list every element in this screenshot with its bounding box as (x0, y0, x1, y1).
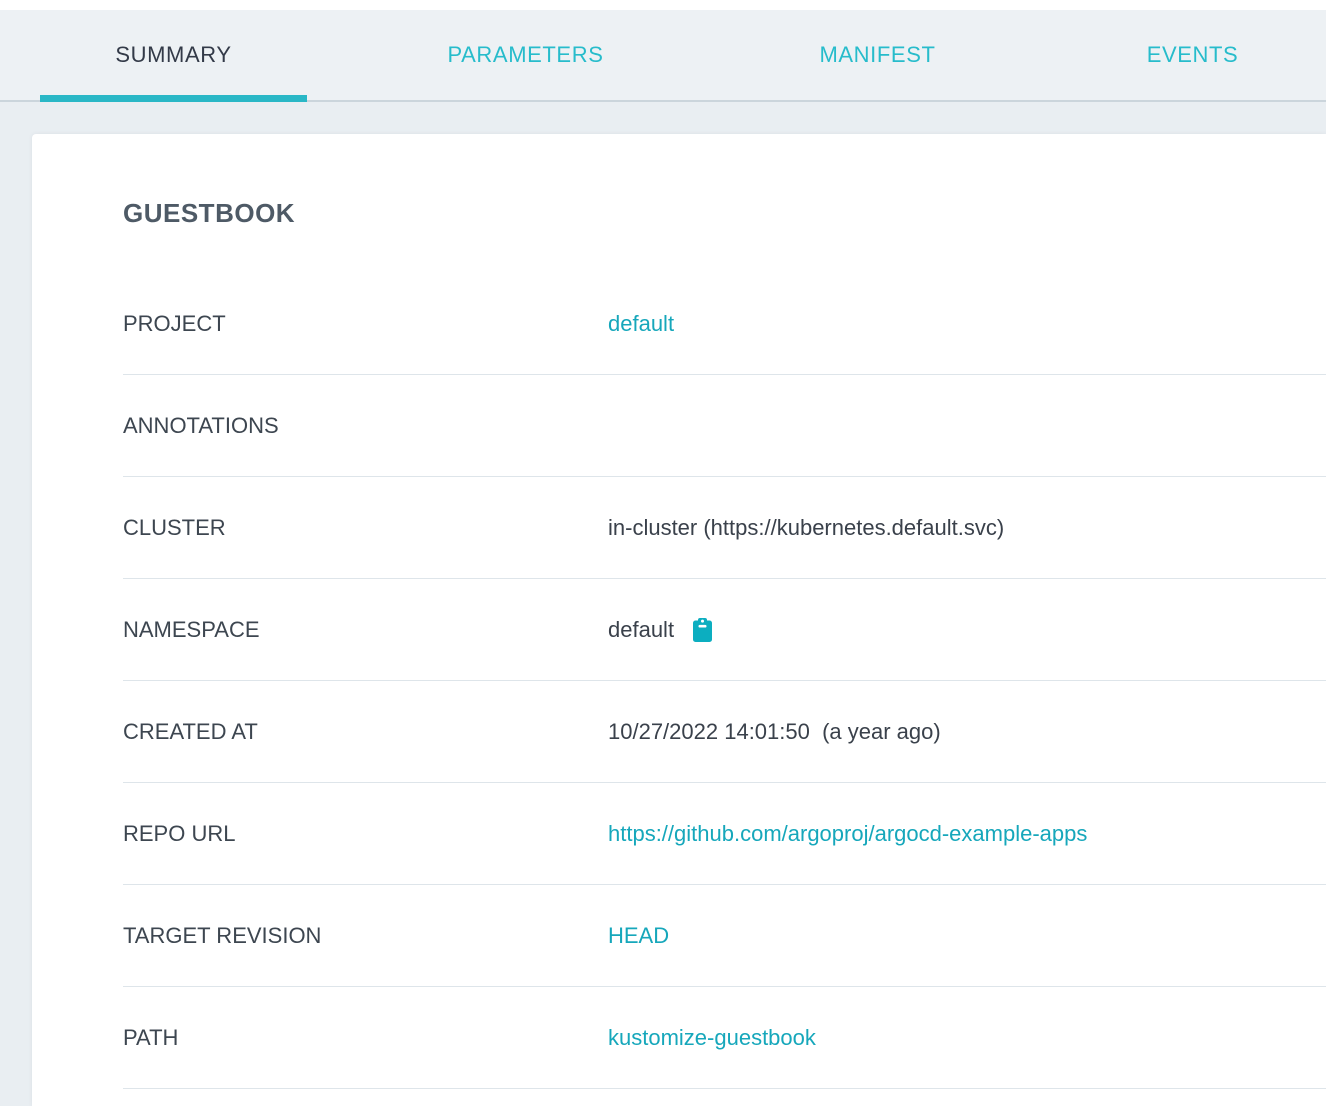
row-value: default (608, 311, 674, 337)
tab-label: SUMMARY (115, 42, 231, 68)
tab-label: PARAMETERS (448, 42, 604, 68)
tab-manifest[interactable]: MANIFEST (744, 10, 1011, 100)
table-row: NAMESPACE default (32, 579, 1326, 681)
table-row: REPO URL https://github.com/argoproj/arg… (32, 783, 1326, 885)
top-strip (0, 0, 1326, 10)
attribute-rows: PROJECT default ANNOTATIONS CLUSTER in-c… (32, 273, 1326, 1089)
tab-bar: SUMMARY PARAMETERS MANIFEST EVENTS (0, 10, 1326, 102)
tab-events[interactable]: EVENTS (1059, 10, 1326, 100)
row-value: kustomize-guestbook (608, 1025, 816, 1051)
row-value-text[interactable]: kustomize-guestbook (608, 1025, 816, 1051)
table-row: CLUSTER in-cluster (https://kubernetes.d… (32, 477, 1326, 579)
row-value: default (608, 617, 712, 643)
row-value: 10/27/2022 14:01:50 (a year ago) (608, 719, 941, 745)
row-value-text: 10/27/2022 14:01:50 (a year ago) (608, 719, 941, 745)
tab-label: EVENTS (1147, 42, 1239, 68)
tab-parameters[interactable]: PARAMETERS (392, 10, 659, 100)
row-label: CREATED AT (123, 719, 608, 745)
page-title: GUESTBOOK (123, 196, 1326, 230)
table-row: CREATED AT 10/27/2022 14:01:50 (a year a… (32, 681, 1326, 783)
row-value: in-cluster (https://kubernetes.default.s… (608, 515, 1004, 541)
row-label: CLUSTER (123, 515, 608, 541)
table-row: TARGET REVISION HEAD (32, 885, 1326, 987)
row-label: PROJECT (123, 311, 608, 337)
row-label: ANNOTATIONS (123, 413, 608, 439)
row-value-text[interactable]: default (608, 311, 674, 337)
tab-label: MANIFEST (819, 42, 935, 68)
tab-summary[interactable]: SUMMARY (40, 10, 307, 100)
row-value-text[interactable]: https://github.com/argoproj/argocd-examp… (608, 821, 1087, 847)
table-row: PATH kustomize-guestbook (32, 987, 1326, 1089)
row-label: PATH (123, 1025, 608, 1051)
row-label: NAMESPACE (123, 617, 608, 643)
row-value-text: default (608, 617, 674, 643)
table-row: PROJECT default (32, 273, 1326, 375)
row-label: REPO URL (123, 821, 608, 847)
table-row: ANNOTATIONS (32, 375, 1326, 477)
row-label: TARGET REVISION (123, 923, 608, 949)
row-value: https://github.com/argoproj/argocd-examp… (608, 821, 1087, 847)
row-value-text[interactable]: HEAD (608, 923, 669, 949)
row-value: HEAD (608, 923, 669, 949)
clipboard-icon[interactable] (693, 618, 712, 642)
summary-card: GUESTBOOK PROJECT default ANNOTATIONS CL… (32, 134, 1326, 1106)
row-value-text: in-cluster (https://kubernetes.default.s… (608, 515, 1004, 541)
